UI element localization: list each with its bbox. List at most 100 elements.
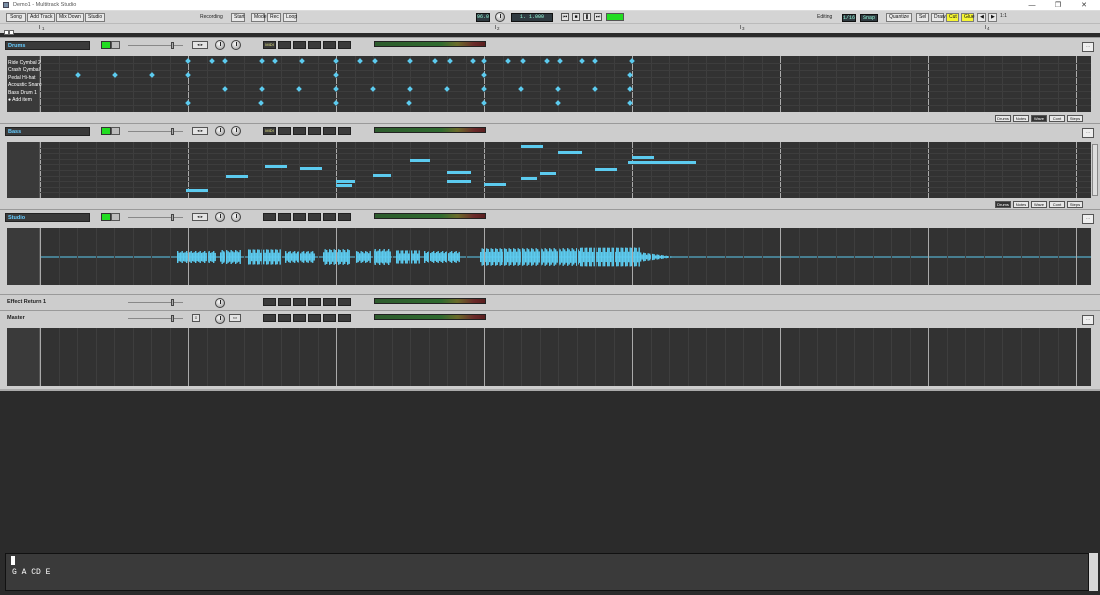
mute-button[interactable] — [101, 127, 111, 135]
effect-slot[interactable] — [323, 127, 336, 135]
mute-button[interactable] — [101, 41, 111, 49]
midi-note[interactable] — [628, 161, 696, 164]
midi-note[interactable] — [265, 165, 287, 168]
effect-slot[interactable] — [293, 314, 306, 322]
effect-slot[interactable] — [323, 213, 336, 221]
song-button[interactable]: Song — [6, 13, 26, 22]
effect-slot[interactable] — [278, 127, 291, 135]
quantize-button[interactable]: Quantize — [886, 13, 912, 22]
audio-clip-area[interactable] — [39, 228, 1091, 285]
tempo-knob[interactable] — [495, 12, 505, 22]
midi-note[interactable] — [521, 177, 537, 180]
send-knob[interactable] — [231, 126, 241, 136]
tempo-display[interactable]: 96.0 — [476, 13, 490, 22]
effect-slot[interactable] — [338, 41, 351, 49]
midi-note[interactable] — [632, 156, 654, 159]
vertical-scrollbar[interactable] — [1092, 144, 1098, 196]
track-options-button[interactable]: ··· — [1082, 214, 1094, 224]
effect-slot[interactable] — [278, 314, 291, 322]
master-automation-area[interactable] — [39, 328, 1091, 386]
zoom-out-button[interactable]: ◀ — [977, 13, 986, 22]
effect-slot[interactable] — [278, 298, 291, 306]
midi-note[interactable] — [558, 151, 582, 154]
view-steps-button[interactable]: Steps — [1067, 201, 1083, 208]
maximize-button[interactable]: ❐ — [1045, 0, 1071, 11]
volume-fader[interactable] — [128, 299, 183, 306]
cut-tool-button[interactable]: Cut — [946, 13, 959, 22]
view-cont-button[interactable]: Cont — [1049, 201, 1065, 208]
fx-button[interactable]: ◂ ▸ — [192, 213, 208, 221]
midi-note[interactable] — [186, 189, 208, 192]
view-drums-button[interactable]: Drums — [995, 115, 1011, 122]
midi-note[interactable] — [226, 175, 248, 178]
midi-note[interactable] — [410, 159, 430, 162]
effect-slot[interactable] — [308, 127, 321, 135]
volume-fader[interactable] — [128, 128, 183, 135]
solo-button[interactable] — [111, 41, 120, 49]
add-item-button[interactable]: ● Add item — [8, 97, 32, 103]
mix-down-button[interactable]: Mix Down — [56, 13, 84, 22]
midi-note[interactable] — [373, 174, 391, 177]
instrument-slot[interactable]: MIDI — [263, 41, 276, 49]
pan-knob[interactable] — [215, 40, 225, 50]
effect-slot[interactable] — [308, 213, 321, 221]
effect-slot[interactable] — [293, 213, 306, 221]
midi-note[interactable] — [300, 167, 322, 170]
effect-slot[interactable] — [323, 298, 336, 306]
solo-button[interactable] — [111, 127, 120, 135]
effect-slot[interactable] — [263, 298, 276, 306]
rec-mode-button[interactable]: Mode — [251, 13, 267, 22]
loop-button[interactable]: Loop — [283, 13, 297, 22]
play-button[interactable] — [606, 13, 624, 21]
pause-button[interactable]: ❚ — [583, 13, 591, 21]
select-tool-button[interactable]: Sel — [916, 13, 929, 22]
view-wave-button[interactable]: Wave — [1031, 201, 1047, 208]
instrument-slot[interactable]: MIDI — [263, 127, 276, 135]
pan-knob[interactable] — [215, 314, 225, 324]
midi-note[interactable] — [447, 171, 471, 174]
effect-slot[interactable] — [338, 213, 351, 221]
effect-slot[interactable] — [263, 314, 276, 322]
rec-button[interactable]: Rec — [267, 13, 281, 22]
effect-slot[interactable] — [338, 127, 351, 135]
send-knob[interactable] — [231, 40, 241, 50]
stop-button[interactable]: ■ — [572, 13, 580, 21]
volume-fader[interactable] — [128, 315, 183, 322]
right-scroll-area[interactable] — [1089, 553, 1098, 591]
effect-slot[interactable] — [293, 298, 306, 306]
zoom-in-button[interactable]: ▶ — [988, 13, 997, 22]
view-wave-button[interactable]: Wave — [1031, 115, 1047, 122]
midi-note[interactable] — [540, 172, 556, 175]
midi-note[interactable] — [336, 184, 352, 187]
effect-slot[interactable] — [338, 314, 351, 322]
mute-button[interactable] — [101, 213, 111, 221]
pan-knob[interactable] — [215, 126, 225, 136]
effect-slot[interactable] — [338, 298, 351, 306]
piano-keys[interactable] — [7, 142, 39, 198]
effect-slot[interactable] — [278, 213, 291, 221]
track-name[interactable]: Drums — [5, 41, 90, 50]
timeline-ruler[interactable]: 1 2 3 4 — [0, 23, 1100, 33]
rewind-button[interactable]: ⏮ — [561, 13, 569, 21]
drum-grid[interactable] — [39, 56, 1091, 112]
track-name[interactable]: Effect Return 1 — [5, 298, 90, 307]
effect-slot[interactable] — [278, 41, 291, 49]
effect-slot[interactable] — [263, 213, 276, 221]
track-options-button[interactable]: ··· — [1082, 315, 1094, 325]
chord-strip[interactable]: G A CD E — [5, 553, 1089, 591]
effect-slot[interactable] — [308, 298, 321, 306]
snap-display[interactable]: Snap — [860, 14, 878, 22]
studio-button[interactable]: Studio — [85, 13, 105, 22]
draw-tool-button[interactable]: Draw — [931, 13, 946, 22]
add-track-button[interactable]: Add Track — [27, 13, 55, 22]
grid-display[interactable]: 1/16 — [842, 14, 856, 22]
effect-slot[interactable] — [308, 41, 321, 49]
view-notes-button[interactable]: Notes — [1013, 201, 1029, 208]
track-name[interactable]: Master — [5, 314, 90, 323]
pan-knob[interactable] — [215, 298, 225, 308]
glue-tool-button[interactable]: Glue — [961, 13, 975, 22]
fx-button[interactable]: ◂ ▸ — [192, 41, 208, 49]
loop-end-marker[interactable] — [9, 30, 14, 35]
track-name[interactable]: Studio — [5, 213, 90, 222]
send-knob[interactable] — [231, 212, 241, 222]
